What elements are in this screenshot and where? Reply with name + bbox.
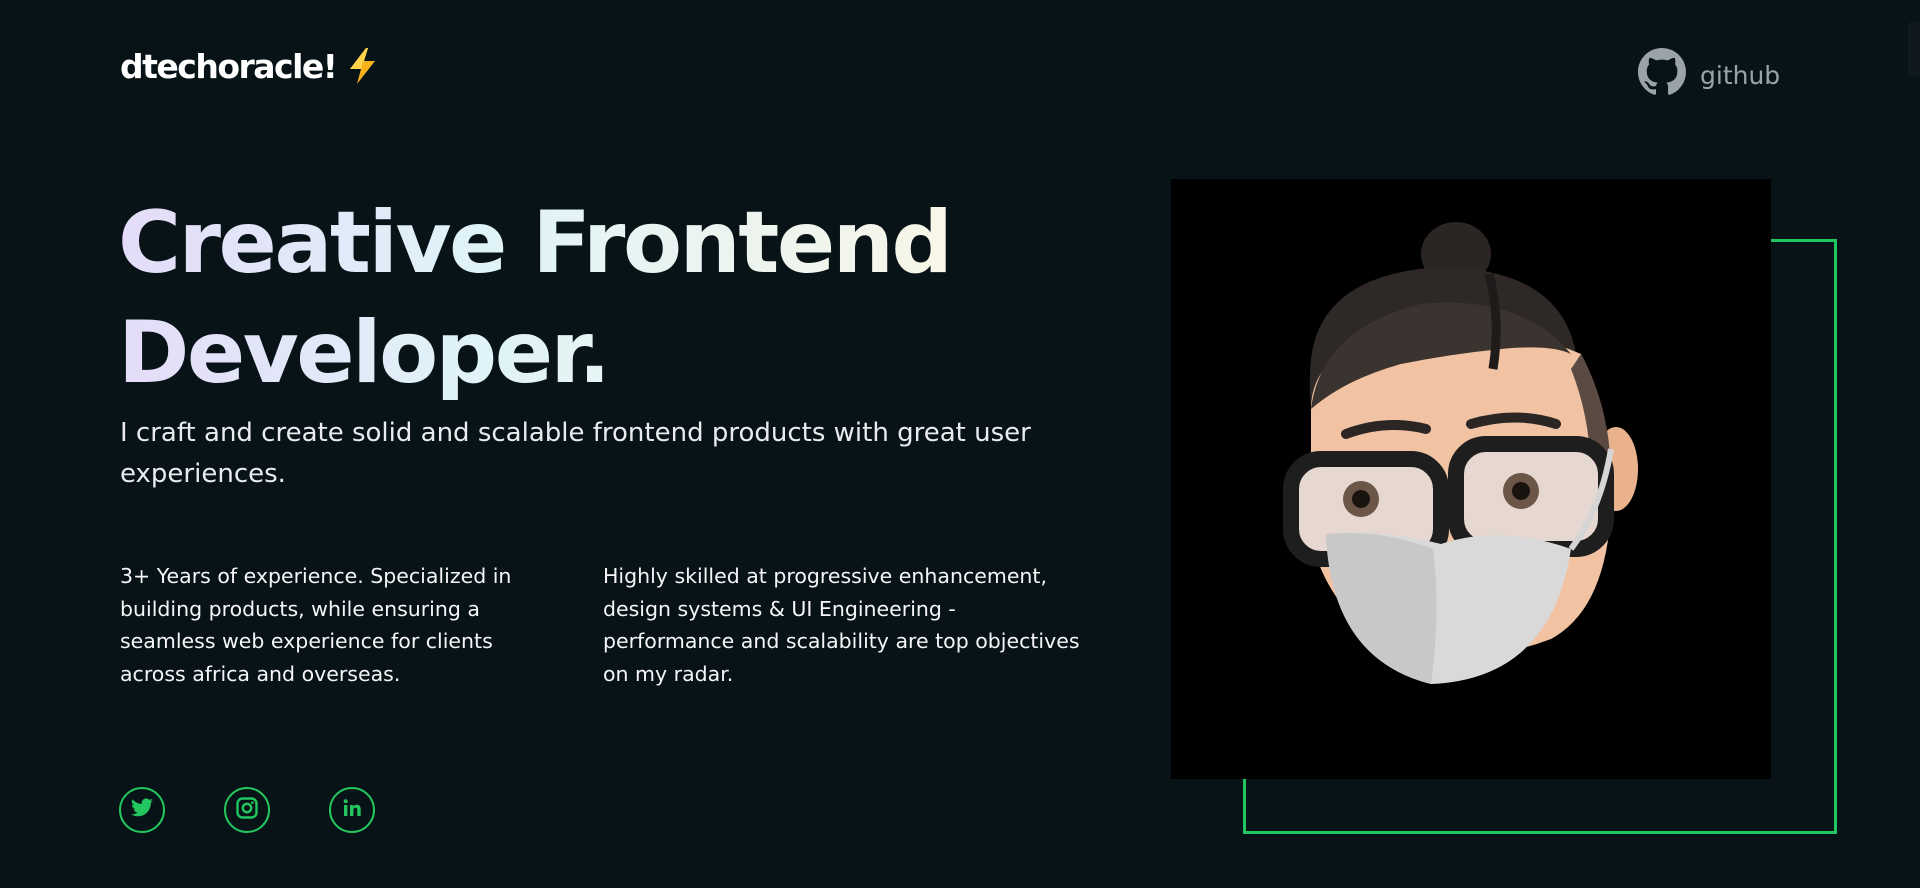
lightning-bolt-icon	[342, 46, 382, 86]
instagram-link[interactable]	[224, 787, 270, 833]
memoji-avatar	[1171, 179, 1771, 779]
github-link[interactable]: github	[1638, 48, 1780, 102]
instagram-icon	[235, 796, 259, 824]
linkedin-icon	[340, 796, 364, 824]
twitter-icon	[130, 796, 154, 824]
github-label: github	[1700, 60, 1781, 90]
github-octocat-icon	[1638, 48, 1686, 102]
hero-title: Creative Frontend Developer.	[118, 188, 1018, 408]
logo-text: dtechoracle!	[120, 46, 338, 86]
hero-title-line-2: Developer.	[118, 303, 609, 403]
portfolio-page: dtechoracle! github Creative Frontend De…	[0, 0, 1920, 888]
twitter-link[interactable]	[119, 787, 165, 833]
scrollbar-thumb[interactable]	[1908, 22, 1920, 76]
linkedin-link[interactable]	[329, 787, 375, 833]
skills-text: Highly skilled at progressive enhancemen…	[603, 564, 1080, 686]
hero-title-line-1: Creative Frontend	[118, 193, 951, 293]
hero-lead: I craft and create solid and scalable fr…	[120, 418, 1031, 489]
experience-text: 3+ Years of experience. Specialized in b…	[120, 564, 512, 686]
site-logo[interactable]: dtechoracle!	[120, 46, 382, 86]
